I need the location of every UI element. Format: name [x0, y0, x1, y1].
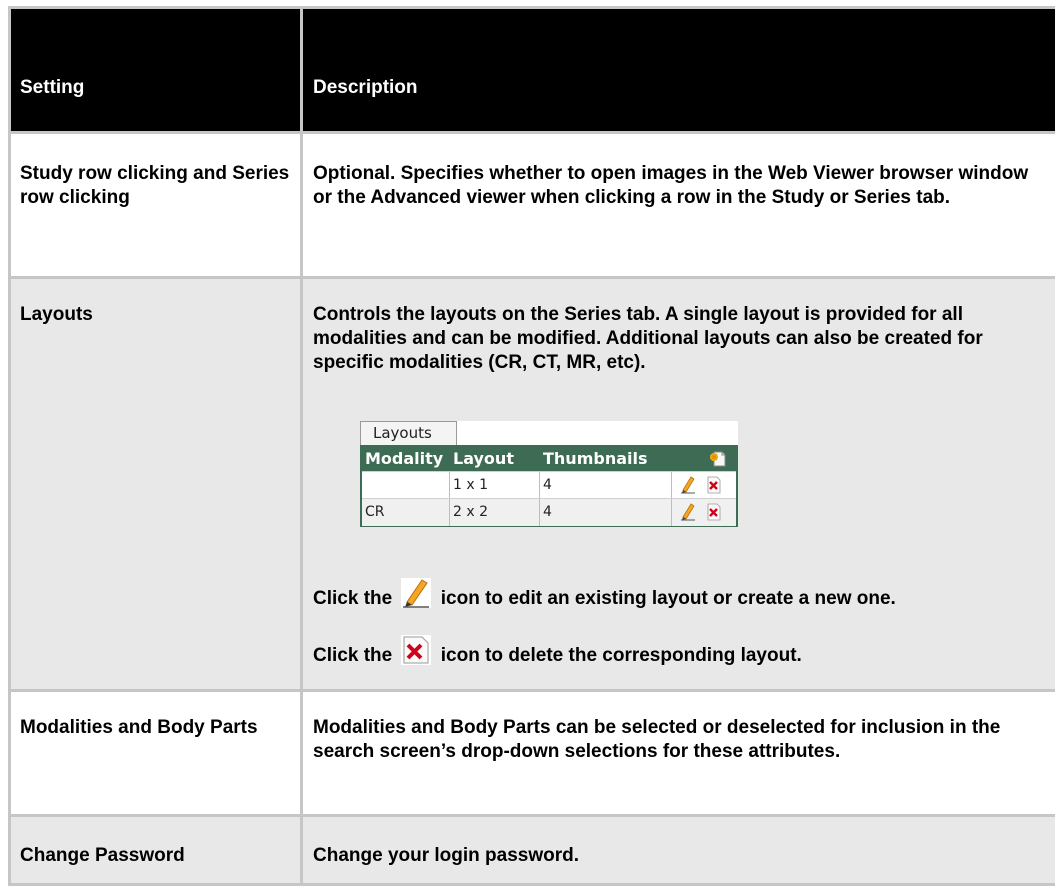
settings-table: Setting Description Study row clicking a… — [8, 6, 1055, 886]
layout-cell: 2 x 2 — [450, 499, 540, 526]
header-description: Description — [313, 77, 418, 98]
add-layout-icon[interactable] — [709, 450, 727, 468]
column-layout: Layout — [453, 449, 514, 468]
edit-instruction: Click the icon to edit an existing layou… — [303, 578, 1055, 618]
delete-icon — [401, 635, 432, 665]
layouts-widget: Layouts Modality Layout Thumbnails 1 x 1… — [360, 421, 738, 527]
description-cell: Change your login password. — [313, 845, 580, 866]
delete-icon[interactable] — [706, 476, 722, 494]
layout-row[interactable]: 1 x 1 4 — [362, 471, 736, 499]
table-row: Study row clicking and Series row clicki… — [11, 134, 1055, 276]
table-row: Layouts Controls the layouts on the Seri… — [11, 279, 1055, 689]
delete-instruction: Click the icon to delete the correspondi… — [303, 635, 1055, 675]
modality-cell: CR — [362, 499, 450, 526]
pencil-icon — [401, 578, 432, 608]
delete-icon[interactable] — [706, 503, 722, 521]
table-row: Modalities and Body Parts Modalities and… — [11, 692, 1055, 814]
pencil-icon[interactable] — [680, 503, 696, 521]
header-setting: Setting — [20, 77, 85, 98]
setting-cell: Layouts — [20, 304, 93, 325]
thumbnails-cell: 4 — [540, 472, 672, 499]
pencil-icon[interactable] — [680, 476, 696, 494]
description-cell: Modalities and Body Parts can be selecte… — [313, 717, 1001, 762]
thumbnails-cell: 4 — [540, 499, 672, 526]
layouts-grid: Modality Layout Thumbnails 1 x 1 4 CR 2 … — [360, 445, 738, 527]
column-thumbnails: Thumbnails — [543, 449, 648, 468]
column-modality: Modality — [365, 449, 444, 468]
layouts-description: Controls the layouts on the Series tab. … — [313, 304, 983, 373]
table-row: Change Password Change your login passwo… — [11, 817, 1055, 883]
layouts-tab[interactable]: Layouts — [360, 421, 457, 445]
setting-cell: Study row clicking and Series row clicki… — [20, 163, 290, 208]
modality-cell — [362, 472, 450, 499]
layouts-grid-header: Modality Layout Thumbnails — [362, 447, 736, 471]
table-header: Setting Description — [11, 9, 1055, 131]
setting-cell: Change Password — [20, 845, 185, 866]
description-cell: Optional. Specifies whether to open imag… — [313, 163, 1029, 208]
layout-cell: 1 x 1 — [450, 472, 540, 499]
setting-cell: Modalities and Body Parts — [20, 717, 258, 738]
layout-row[interactable]: CR 2 x 2 4 — [362, 498, 736, 526]
